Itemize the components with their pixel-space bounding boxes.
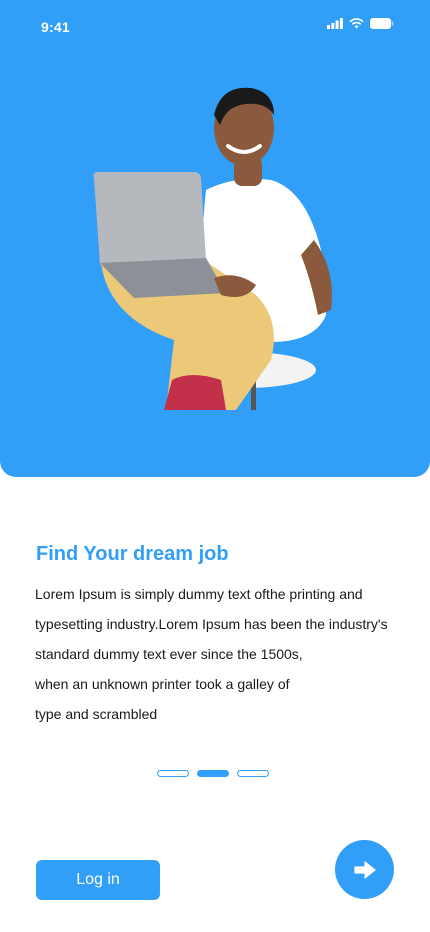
hero-banner: 9:41	[0, 0, 430, 477]
page-dot[interactable]	[237, 770, 269, 777]
description-line: Lorem Ipsum is simply dummy text ofthe p…	[35, 586, 363, 602]
status-time: 9:41	[41, 19, 70, 35]
person-with-laptop-illustration	[93, 87, 332, 410]
onboarding-description: Lorem Ipsum is simply dummy text ofthe p…	[35, 579, 405, 729]
description-line: type and scrambled	[35, 706, 158, 722]
battery-icon	[370, 18, 394, 29]
wifi-icon	[349, 18, 364, 29]
login-button[interactable]: Log in	[36, 860, 160, 900]
next-button[interactable]	[335, 840, 394, 899]
status-icons	[327, 18, 394, 29]
description-line: when an unknown printer took a galley of	[35, 676, 290, 692]
arrow-right-icon	[353, 860, 376, 879]
description-line: standard dummy text ever since the 1500s…	[35, 646, 303, 662]
page-indicator	[157, 770, 269, 777]
description-line: typesetting industry.Lorem Ipsum has bee…	[35, 616, 388, 632]
page-dot[interactable]	[197, 770, 229, 777]
signal-icon	[327, 18, 343, 29]
page-dot[interactable]	[157, 770, 189, 777]
onboarding-title: Find Your dream job	[36, 543, 229, 565]
